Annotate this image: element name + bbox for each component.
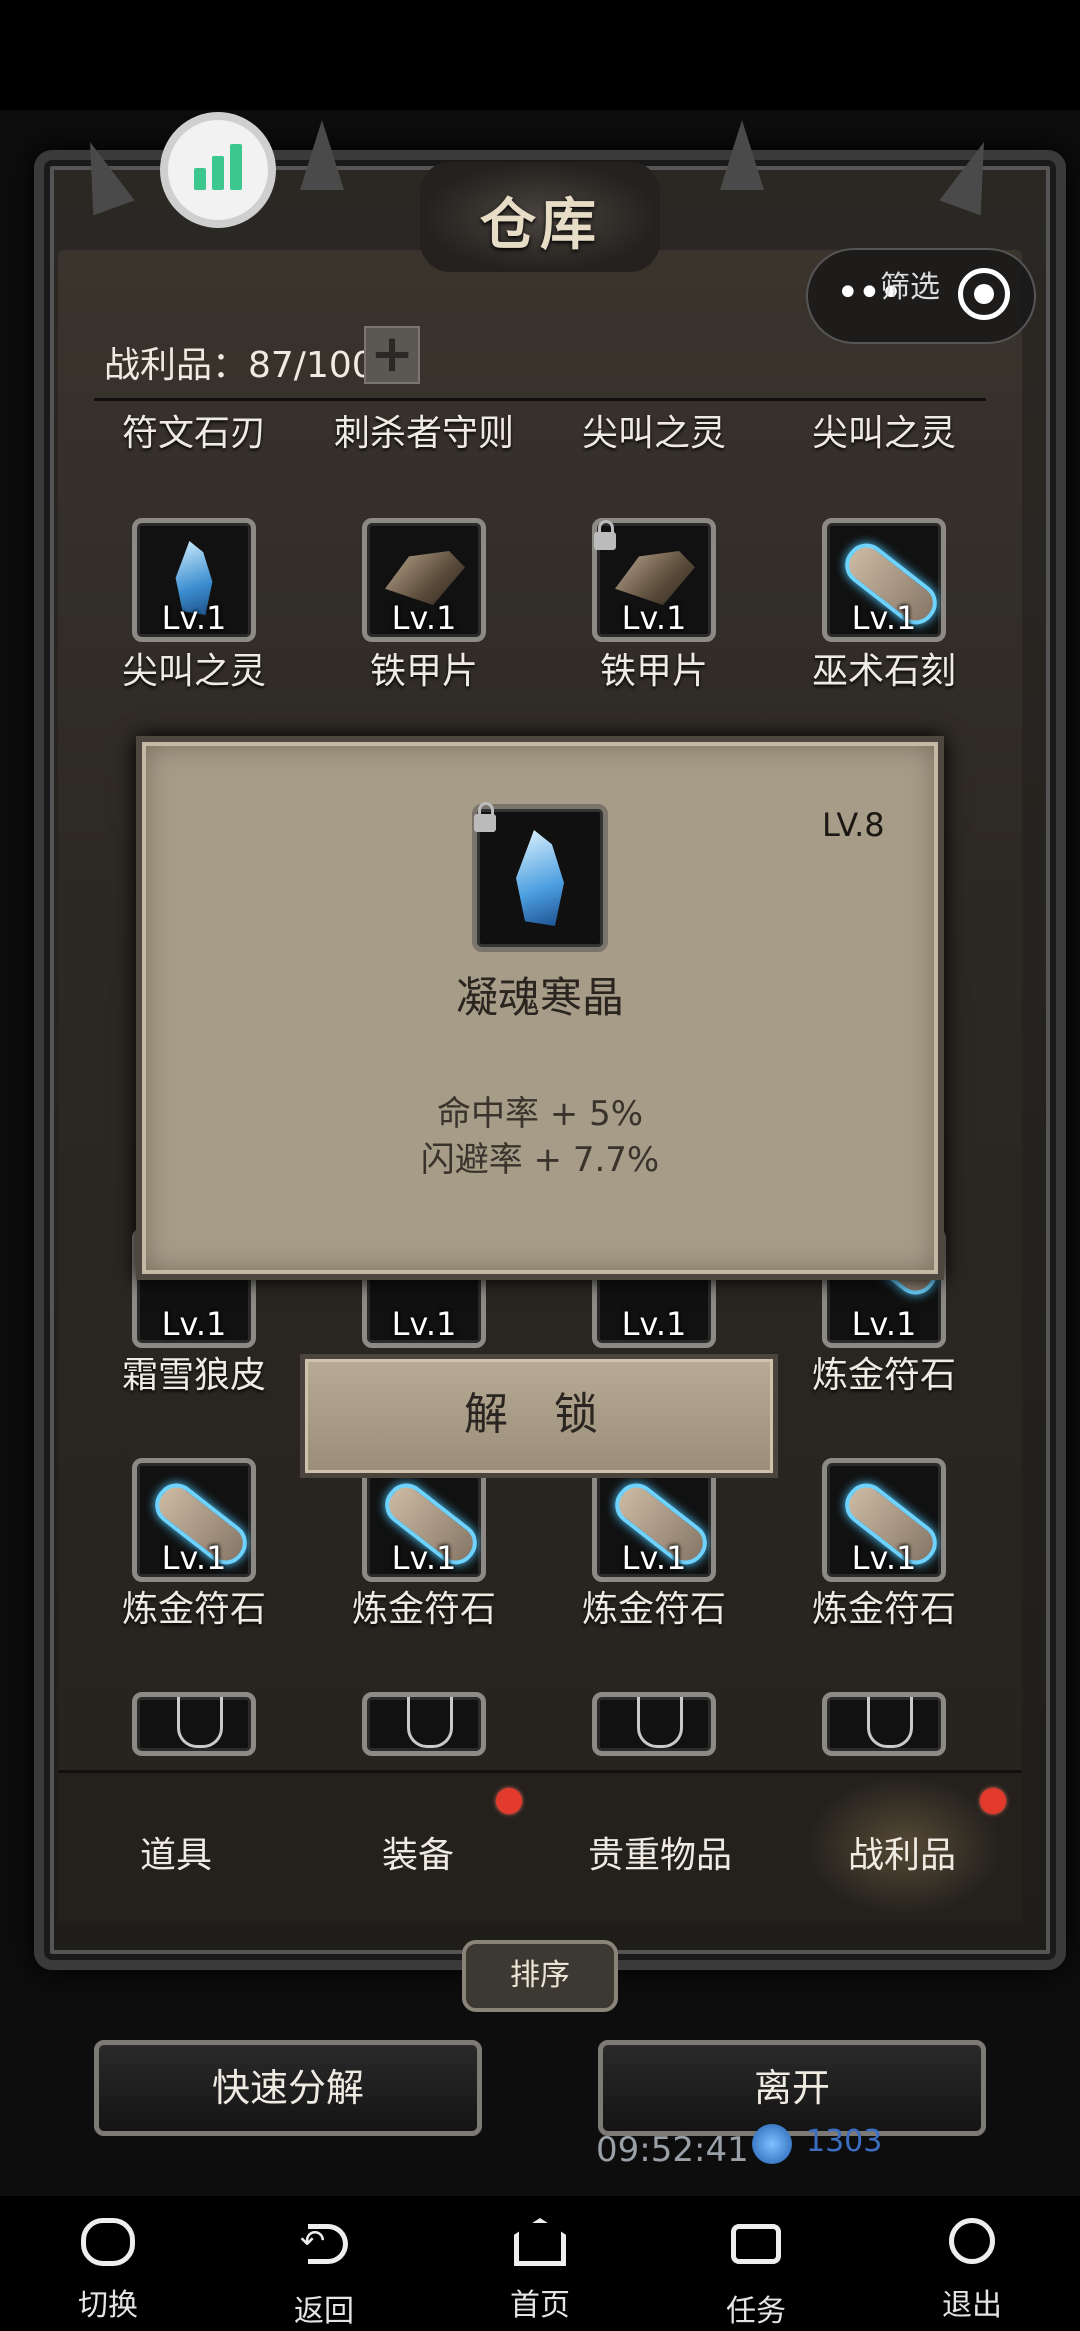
target-icon[interactable]	[958, 268, 1010, 320]
tab-equipment[interactable]: 装备	[308, 1826, 528, 1878]
item-level: Lv.1	[851, 599, 917, 637]
item-name: 尖叫之灵	[811, 413, 956, 454]
page-title: 仓库	[480, 193, 600, 258]
item-name: 符文石刃	[121, 413, 266, 454]
item-name: 巫术石刻	[811, 651, 956, 692]
item-slot[interactable]: Lv.1	[132, 518, 256, 642]
lock-icon	[474, 802, 496, 832]
item-level: Lv.1	[161, 1305, 227, 1343]
item-level: Lv.1	[161, 1539, 227, 1577]
item-level: Lv.1	[851, 1539, 917, 1577]
item-level: Lv.1	[391, 1539, 457, 1577]
popup-item-name: 凝魂寒晶	[455, 973, 624, 1022]
armor-plate-icon	[385, 551, 465, 605]
item-slot[interactable]	[822, 1692, 946, 1756]
item-name: 炼金符石	[121, 1589, 266, 1630]
frame-spike	[300, 120, 344, 190]
nav-label: 切换	[78, 2288, 138, 2323]
divider	[94, 398, 986, 401]
gem-icon	[752, 2124, 792, 2164]
switch-icon	[81, 2218, 135, 2266]
lock-icon	[594, 520, 616, 550]
necklace-icon	[407, 1697, 453, 1748]
item-name: 炼金符石	[351, 1589, 496, 1630]
tasks-icon	[731, 2224, 781, 2264]
item-level: Lv.1	[621, 1539, 687, 1577]
clock: 09:52:41	[596, 2130, 749, 2170]
item-slot[interactable]: Lv.1	[822, 518, 946, 642]
item-level: Lv.1	[161, 599, 227, 637]
filter-button[interactable]: 筛选	[880, 262, 940, 306]
exit-icon	[949, 2218, 995, 2264]
capacity-label: 战利品：87/100	[104, 345, 375, 386]
item-slot[interactable]	[362, 1692, 486, 1756]
tab-items[interactable]: 道具	[66, 1826, 286, 1878]
item-level: Lv.1	[851, 1305, 917, 1343]
item-slot[interactable]: Lv.1	[362, 518, 486, 642]
frame-spike	[720, 120, 764, 190]
necklace-icon	[637, 1697, 683, 1748]
unlock-button[interactable]: 解 锁	[300, 1354, 778, 1478]
nav-switch[interactable]: 切换	[48, 2218, 168, 2324]
popup-stat: 闪避率 + 7.7%	[420, 1140, 660, 1180]
item-name: 刺杀者守则	[333, 413, 514, 454]
item-name: 尖叫之灵	[121, 651, 266, 692]
nav-label: 任务	[726, 2294, 786, 2329]
leave-button[interactable]: 离开	[598, 2040, 986, 2136]
necklace-icon	[867, 1697, 913, 1748]
nav-exit[interactable]: 退出	[912, 2218, 1032, 2324]
item-slot[interactable]: Lv.1	[132, 1458, 256, 1582]
popup-stat: 命中率 + 5%	[436, 1094, 644, 1134]
tab-loot[interactable]: 战利品	[792, 1826, 1012, 1878]
bar-chart-icon	[230, 144, 242, 190]
item-name: 铁甲片	[599, 651, 708, 692]
stats-bubble-button[interactable]	[160, 112, 276, 228]
item-slot[interactable]: Lv.1	[822, 1458, 946, 1582]
quick-decompose-button[interactable]: 快速分解	[94, 2040, 482, 2136]
nav-label: 返回	[294, 2294, 354, 2329]
nav-tasks[interactable]: 任务	[696, 2218, 816, 2330]
popup-level: LV.8	[822, 806, 885, 844]
item-slot[interactable]	[132, 1692, 256, 1756]
home-icon	[514, 2218, 566, 2266]
top-band	[0, 0, 1080, 110]
armor-plate-icon	[615, 551, 695, 605]
gem-count: 1303	[806, 2124, 883, 2159]
item-name: 铁甲片	[369, 651, 478, 692]
sort-button[interactable]: 排序	[462, 1940, 618, 2012]
tab-valuables[interactable]: 贵重物品	[550, 1826, 770, 1878]
item-level: Lv.1	[391, 599, 457, 637]
bar-chart-icon	[212, 156, 224, 190]
item-level: Lv.1	[621, 1305, 687, 1343]
necklace-icon	[177, 1697, 223, 1748]
item-name: 霜雪狼皮	[121, 1355, 266, 1396]
nav-home[interactable]: 首页	[480, 2218, 600, 2324]
item-name: 炼金符石	[811, 1355, 956, 1396]
badge-dot	[496, 1788, 522, 1814]
item-level: Lv.1	[391, 1305, 457, 1343]
nav-label: 退出	[942, 2288, 1002, 2323]
nav-back[interactable]: ↶ 返回	[264, 2218, 384, 2330]
item-name: 炼金符石	[581, 1589, 726, 1630]
bar-chart-icon	[194, 168, 206, 190]
item-name: 尖叫之灵	[581, 413, 726, 454]
expand-capacity-button[interactable]: +	[364, 326, 420, 384]
badge-dot	[980, 1788, 1006, 1814]
item-level: Lv.1	[621, 599, 687, 637]
item-name: 炼金符石	[811, 1589, 956, 1630]
nav-label: 首页	[510, 2288, 570, 2323]
item-slot[interactable]	[592, 1692, 716, 1756]
